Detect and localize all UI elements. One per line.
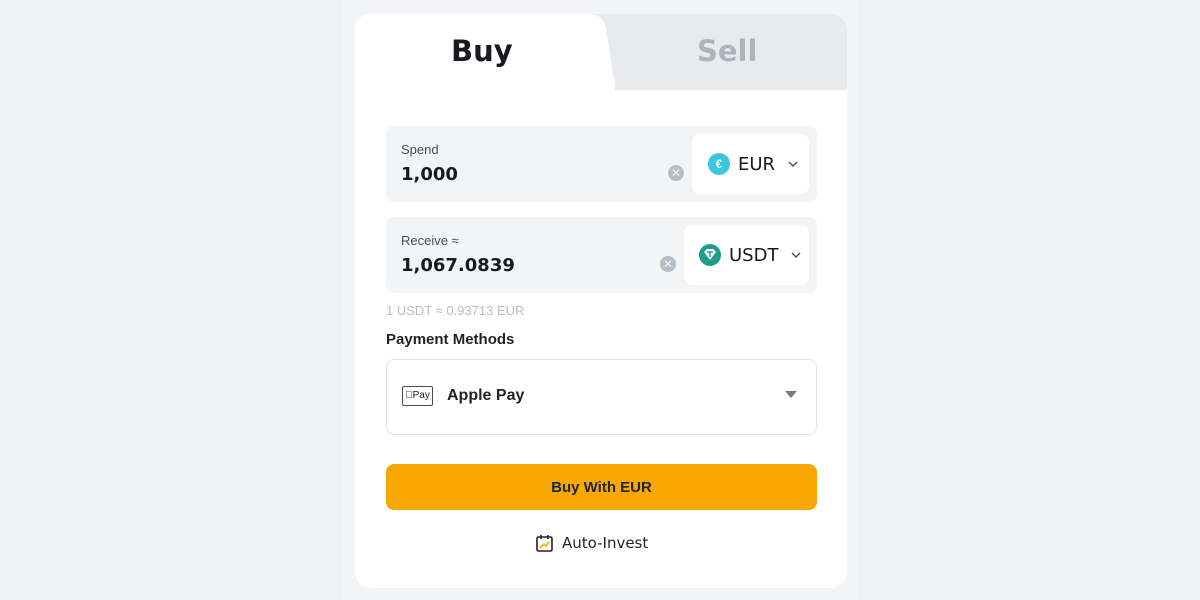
tether-coin-icon (699, 244, 721, 266)
tab-sell-label[interactable]: Sell (697, 34, 757, 68)
clear-icon: ✕ (662, 257, 674, 271)
tab-bar: Buy Sell (355, 14, 847, 90)
spend-currency-select[interactable]: € EUR (692, 134, 809, 194)
calendar-chart-icon (536, 535, 553, 552)
spend-input[interactable] (401, 164, 651, 185)
caret-down-icon (785, 391, 797, 398)
auto-invest-label: Auto-Invest (562, 534, 649, 552)
auto-invest-link[interactable]: Auto-Invest (536, 534, 648, 552)
payment-method-name: Apple Pay (447, 387, 525, 404)
buy-sell-widget: Buy Sell Spend ✕ € EUR Receive ≈ ✕ USDT … (355, 14, 847, 588)
euro-coin-icon: € (708, 153, 730, 175)
payment-methods-label: Payment Methods (386, 331, 515, 348)
exchange-rate: 1 USDT ≈ 0.93713 EUR (386, 303, 525, 318)
spend-label: Spend (401, 142, 439, 157)
receive-currency-code: USDT (729, 244, 779, 266)
chevron-down-icon (788, 161, 798, 167)
receive-field: Receive ≈ ✕ USDT (386, 217, 817, 293)
buy-button[interactable]: Buy With EUR (386, 464, 817, 510)
tab-buy-label[interactable]: Buy (451, 34, 513, 68)
receive-clear-button[interactable]: ✕ (660, 256, 676, 272)
receive-input[interactable] (401, 255, 651, 276)
spend-clear-button[interactable]: ✕ (668, 165, 684, 181)
receive-label: Receive ≈ (401, 233, 459, 248)
spend-currency-code: EUR (738, 153, 776, 175)
spend-field: Spend ✕ € EUR (386, 126, 817, 202)
payment-method-select[interactable]: Pay Apple Pay (386, 359, 817, 435)
receive-currency-select[interactable]: USDT (684, 225, 809, 285)
apple-pay-icon: Pay (402, 386, 433, 406)
chevron-down-icon (791, 252, 801, 258)
clear-icon: ✕ (670, 166, 682, 180)
